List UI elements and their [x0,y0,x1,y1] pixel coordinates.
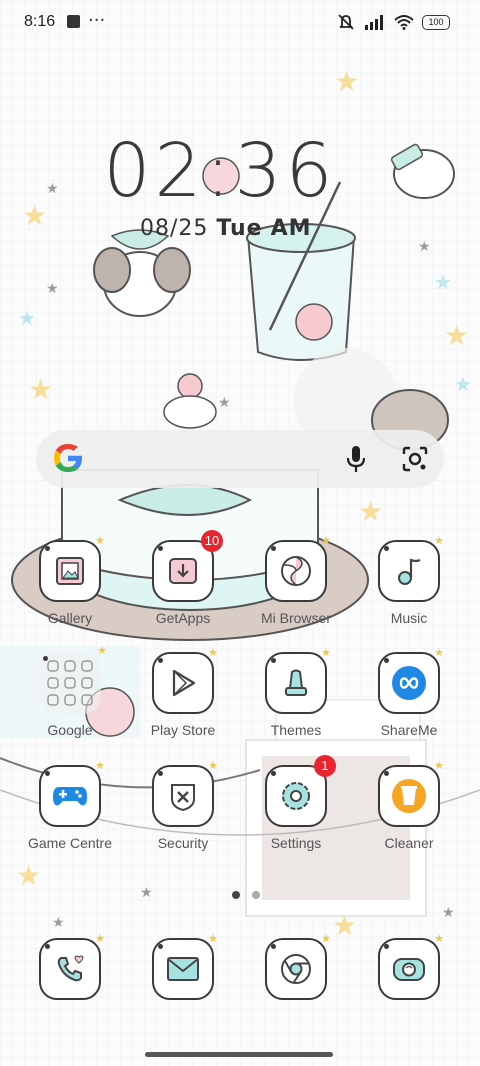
signal-icon [365,15,383,30]
app-label: Mi Browser [260,610,331,626]
music-icon [378,534,444,602]
page-dot-active [232,891,240,899]
app-label: Cleaner [384,835,434,851]
more-notifications-icon: ··· [88,10,106,31]
gamepad-icon [39,759,105,827]
google-folder-icon [39,644,107,714]
google-lens-icon[interactable] [400,444,430,474]
star-icon: ★ [218,395,231,411]
app-getapps[interactable]: 10 GetApps [135,530,231,648]
app-play-store[interactable]: Play Store [135,646,231,760]
star-icon: ★ [140,885,153,901]
app-shareme[interactable]: ShareMe [361,646,457,760]
star-icon: ★ [434,270,452,294]
app-google-folder[interactable]: Google [22,644,118,760]
app-label: GetApps [155,610,211,626]
notification-icon [67,15,80,28]
themes-icon [265,646,331,714]
play-store-icon [152,646,218,714]
ampm-text: AM [270,216,312,241]
phone-icon [39,932,105,1000]
dock-chrome[interactable] [248,932,344,1002]
dock-messages[interactable] [135,932,231,1002]
notification-badge: 10 [201,530,223,552]
wifi-icon [394,15,414,30]
app-label: ShareMe [380,722,438,738]
status-bar: 8:16 ··· 100 [0,0,480,46]
app-settings[interactable]: 1 Settings [248,755,344,873]
star-icon: ★ [332,909,358,942]
app-security[interactable]: Security [135,759,231,873]
cleaner-icon [378,759,444,827]
gallery-icon [39,534,105,602]
star-icon: ★ [334,65,360,98]
security-icon [152,759,218,827]
star-icon: ★ [418,239,431,255]
page-indicator[interactable] [226,884,266,903]
mute-icon [338,14,354,30]
app-gallery[interactable]: Gallery [22,534,118,648]
app-label: Themes [270,722,322,738]
app-label: Security [157,835,209,851]
day-text: Tue [216,216,263,241]
camera-icon [378,932,444,1000]
star-icon: ★ [444,319,470,352]
mi-browser-icon [265,534,331,602]
app-label: Settings [270,835,322,851]
app-cleaner[interactable]: Cleaner [361,759,457,873]
clock-date[interactable]: 08/25 Tue AM [140,216,312,241]
star-icon: ★ [454,372,472,396]
messages-icon [152,932,218,1000]
status-time: 8:16 [24,13,56,30]
battery-icon: 100 [422,14,450,30]
app-mi-browser[interactable]: Mi Browser [248,534,344,648]
microphone-icon[interactable] [342,444,370,474]
notification-badge: 1 [314,755,336,777]
page-dot [252,891,260,899]
app-game-centre[interactable]: Game Centre [22,759,118,873]
star-icon: ★ [28,373,54,406]
google-search-bar[interactable] [36,430,444,488]
date-text: 08/25 [140,216,209,241]
app-music[interactable]: Music [361,534,457,648]
app-themes[interactable]: Themes [248,646,344,760]
clock-time[interactable]: 02:36 [0,128,440,214]
google-logo-icon [54,444,82,472]
star-icon: ★ [358,495,384,528]
app-label: Play Store [150,722,216,738]
app-label: Google [47,722,93,738]
app-label: Game Centre [27,835,113,851]
dock-phone[interactable] [22,932,118,1002]
star-icon: ★ [52,915,65,931]
star-icon: ★ [46,281,59,297]
app-label: Gallery [47,610,93,626]
star-icon: ★ [442,905,455,921]
app-label: Music [390,610,428,626]
home-gesture-bar[interactable] [145,1052,333,1057]
shareme-icon [378,646,444,714]
chrome-icon [265,932,331,1000]
dock-camera[interactable] [361,932,457,1002]
star-icon: ★ [18,306,36,330]
